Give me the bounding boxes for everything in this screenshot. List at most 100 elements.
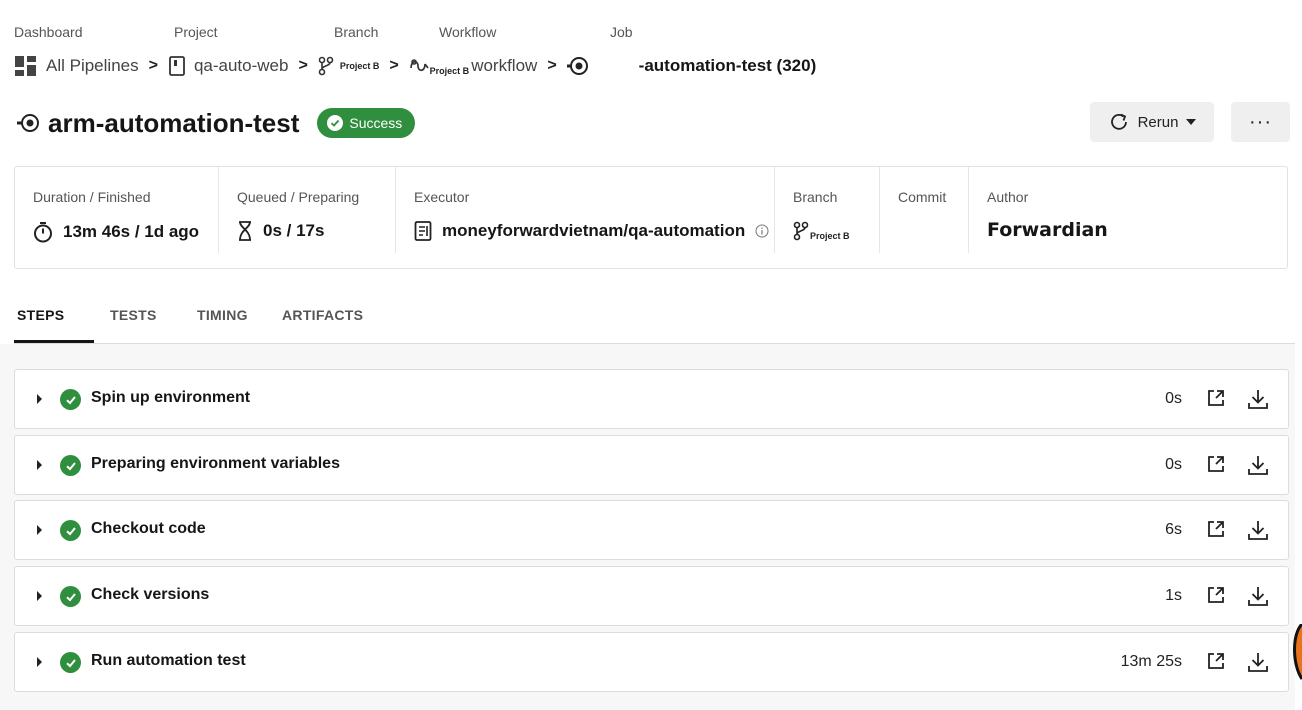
breadcrumb-project[interactable]: qa-auto-web	[168, 56, 289, 76]
git-branch-icon	[793, 221, 809, 241]
tab-tests[interactable]: TESTS	[110, 300, 157, 343]
step-name: Run automation test	[91, 652, 246, 669]
info-queued-value: 0s / 17s	[263, 221, 325, 240]
breadcrumb-label-workflow: Workflow	[439, 24, 497, 40]
info-duration-label: Duration / Finished	[33, 189, 151, 205]
step-row[interactable]: Preparing environment variables 0s	[14, 435, 1289, 495]
download-icon[interactable]	[1246, 453, 1270, 477]
info-duration-value: 13m 46s / 1d ago	[63, 222, 200, 241]
breadcrumb-label-dashboard: Dashboard	[14, 24, 83, 40]
breadcrumb-labels: Dashboard Project Branch Workflow Job	[14, 24, 714, 42]
chevron-down-icon	[1186, 119, 1197, 125]
step-name: Checkout code	[91, 520, 206, 537]
info-commit: Commit	[879, 167, 968, 253]
rerun-button[interactable]: Rerun	[1090, 102, 1214, 142]
dashboard-icon	[15, 56, 36, 76]
breadcrumb-workflow-sub: Project B	[429, 66, 470, 76]
check-circle-icon	[60, 520, 81, 541]
job-tabs: STEPS TESTS TIMING ARTIFACTS	[14, 300, 1295, 344]
page-title: arm-automation-test	[48, 107, 300, 138]
breadcrumb-all-pipelines[interactable]: All Pipelines	[14, 55, 139, 77]
check-circle-icon	[327, 115, 344, 131]
tab-timing[interactable]: TIMING	[197, 300, 248, 343]
info-author: Author Forwardian	[968, 167, 1168, 253]
document-icon	[414, 221, 432, 241]
tab-artifacts[interactable]: ARTIFACTS	[282, 300, 363, 343]
download-icon[interactable]	[1246, 518, 1270, 542]
info-duration: Duration / Finished 13m 46s / 1d ago	[15, 167, 218, 253]
expand-caret-icon[interactable]	[37, 394, 42, 404]
info-branch: Branch Project B	[774, 167, 879, 253]
external-link-icon[interactable]	[1206, 388, 1226, 408]
step-row[interactable]: Spin up environment 0s	[14, 369, 1289, 429]
breadcrumb-separator: >	[389, 57, 399, 74]
info-branch-label: Branch	[793, 189, 838, 205]
step-duration: 13m 25s	[1120, 653, 1182, 670]
breadcrumb-job[interactable]: -automation-test (320)	[566, 56, 817, 76]
breadcrumb-label-branch: Branch	[334, 24, 379, 40]
step-duration: 6s	[1165, 521, 1182, 538]
expand-caret-icon[interactable]	[37, 460, 42, 470]
check-circle-icon	[60, 586, 81, 607]
job-info-card: Duration / Finished 13m 46s / 1d ago Que…	[14, 166, 1288, 269]
tab-steps[interactable]: STEPS	[14, 300, 94, 343]
external-link-icon[interactable]	[1206, 519, 1226, 539]
timer-icon	[34, 222, 52, 243]
job-icon	[17, 114, 39, 132]
breadcrumb-separator: >	[148, 57, 158, 74]
info-executor-value: moneyforwardvietnam/qa-automation	[442, 221, 746, 240]
more-options-button[interactable]: ···	[1231, 102, 1290, 142]
breadcrumb-workflow[interactable]: Project B workflow	[409, 56, 538, 76]
check-circle-icon	[60, 389, 81, 410]
step-row[interactable]: Check versions 1s	[14, 566, 1289, 626]
expand-caret-icon[interactable]	[37, 591, 42, 601]
download-icon[interactable]	[1246, 584, 1270, 608]
step-row[interactable]: Checkout code 6s	[14, 500, 1289, 560]
external-link-icon[interactable]	[1206, 585, 1226, 605]
step-name: Preparing environment variables	[91, 455, 340, 472]
info-queued-label: Queued / Preparing	[237, 189, 360, 205]
info-author-label: Author	[987, 189, 1029, 205]
external-link-icon[interactable]	[1206, 651, 1226, 671]
check-circle-icon	[60, 455, 81, 476]
hourglass-icon	[239, 221, 251, 241]
breadcrumb-separator: >	[298, 57, 308, 74]
breadcrumb-label-project: Project	[174, 24, 218, 40]
step-duration: 0s	[1165, 456, 1182, 473]
download-icon[interactable]	[1246, 650, 1270, 674]
info-branch-value-wrap[interactable]: Project B	[793, 221, 879, 241]
ellipsis-icon: ···	[1249, 110, 1272, 133]
info-branch-value: Project B	[810, 231, 850, 241]
step-name: Check versions	[91, 586, 210, 603]
workflow-icon	[409, 59, 429, 72]
status-badge-label: Success	[349, 115, 403, 131]
floating-widget-edge	[1293, 624, 1302, 680]
info-duration-value-wrap: 13m 46s / 1d ago	[33, 221, 218, 243]
git-branch-icon	[318, 56, 334, 76]
step-duration: 1s	[1165, 587, 1182, 604]
info-icon[interactable]	[755, 224, 769, 238]
breadcrumb-project-label: qa-auto-web	[193, 56, 289, 75]
breadcrumb-all-pipelines-label: All Pipelines	[46, 56, 139, 75]
breadcrumb-branch[interactable]: Project B	[318, 56, 379, 76]
step-row[interactable]: Run automation test 13m 25s	[14, 632, 1289, 692]
info-author-value: Forwardian	[987, 219, 1108, 241]
status-badge: Success	[317, 108, 416, 138]
check-circle-icon	[60, 652, 81, 673]
info-queued: Queued / Preparing 0s / 17s	[218, 167, 395, 253]
info-executor: Executor moneyforwardvietnam/qa-automati…	[395, 167, 774, 253]
expand-caret-icon[interactable]	[37, 657, 42, 667]
breadcrumb-job-label: -automation-test (320)	[638, 56, 817, 75]
expand-caret-icon[interactable]	[37, 525, 42, 535]
breadcrumb-workflow-label: workflow	[471, 56, 538, 75]
breadcrumb: All Pipelines > qa-auto-web > Project B …	[14, 53, 816, 79]
info-commit-label: Commit	[898, 189, 947, 205]
download-icon[interactable]	[1246, 387, 1270, 411]
page-header: arm-automation-test Success	[16, 104, 416, 142]
refresh-icon	[1110, 113, 1127, 130]
rerun-button-label: Rerun	[1137, 113, 1179, 131]
breadcrumb-separator: >	[547, 57, 557, 74]
external-link-icon[interactable]	[1206, 454, 1226, 474]
breadcrumb-label-job: Job	[610, 24, 633, 40]
step-duration: 0s	[1165, 390, 1182, 407]
